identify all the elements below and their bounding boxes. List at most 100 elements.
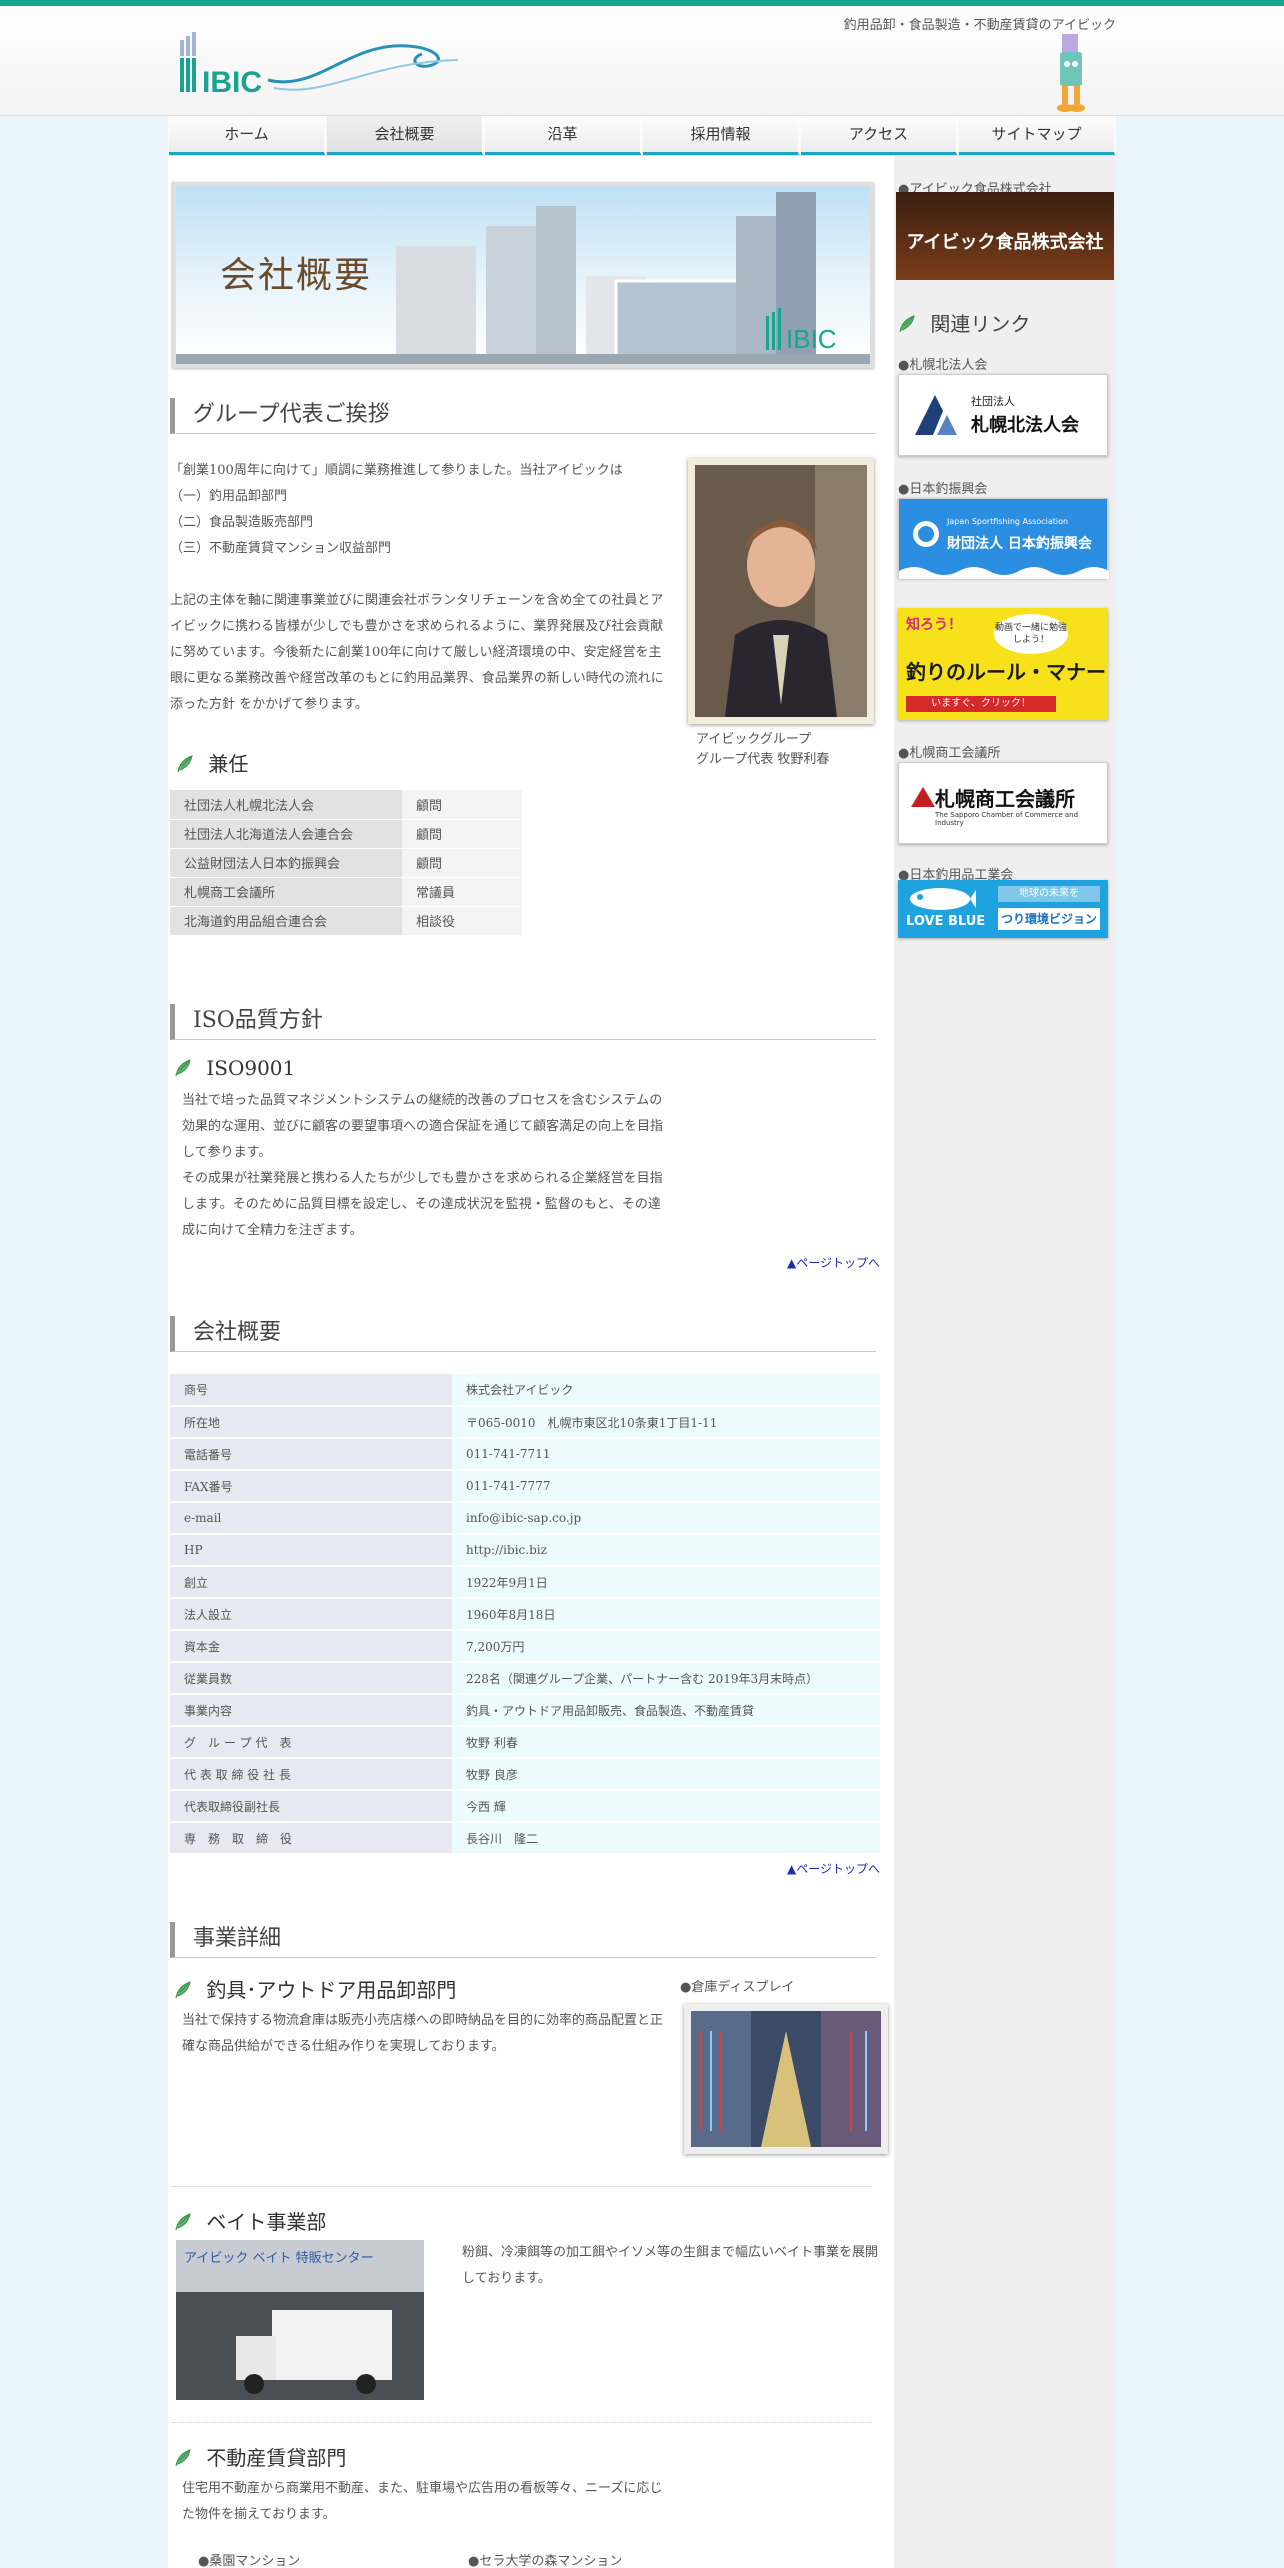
jafta-sub: つり環境ビジョン bbox=[998, 908, 1100, 930]
leaf-icon bbox=[175, 2449, 191, 2467]
eco-fish-icon bbox=[910, 888, 976, 910]
jsa-logo-icon bbox=[913, 521, 939, 547]
table-row: 法人設立 1960年8月18日 bbox=[170, 1598, 880, 1631]
link-banner-chamber[interactable]: 札幌商工会議所 The Sapporo Chamber of Commerce … bbox=[898, 762, 1108, 844]
greeting-body-line: イビックに携わる皆様が少しでも豊かさを求められるように、業界発展及び社会貢献 bbox=[170, 619, 664, 634]
greeting-body-line: 眼に更なる業務改善や経営改革のもとに釣用品業界、食品業界の新しい時代の流れに bbox=[170, 671, 664, 686]
property-item-soen[interactable]: ●桑園マンション bbox=[198, 2550, 300, 2568]
roles-role: 常議員 bbox=[402, 877, 522, 907]
profile-email[interactable]: info@ibic-sap.co.jp bbox=[452, 1502, 880, 1535]
profile-key: 法人設立 bbox=[170, 1598, 452, 1631]
chamber-main: 札幌商工会議所 bbox=[935, 787, 1075, 811]
nav-access[interactable]: アクセス bbox=[801, 116, 957, 155]
caption-name: グループ代表 牧野利春 bbox=[696, 752, 830, 767]
link-banner-sapporo-kita[interactable]: 社団法人 札幌北法人会 bbox=[898, 374, 1108, 456]
rules-main: 釣りのルール・マナー bbox=[906, 660, 1106, 684]
realestate-line: た物件を揃えております。 bbox=[182, 2507, 336, 2522]
bait-sign-text: アイビック ベイト 特販センター bbox=[184, 2251, 374, 2266]
fishing-dept-body: 当社で保持する物流倉庫は販売小売店様への即時納品を目的に効率的商品配置と正 確な… bbox=[182, 2008, 672, 2060]
nav-history[interactable]: 沿革 bbox=[485, 116, 641, 155]
wave-decoration bbox=[899, 567, 1109, 579]
table-row: 資本金 7,200万円 bbox=[170, 1630, 880, 1663]
related-links-heading: 関連リンク bbox=[898, 308, 1030, 337]
profile-table: 商号 株式会社アイビック 所在地 〒065-0010 札幌市東区北10条東1丁目1-… bbox=[170, 1374, 880, 1855]
jsa-main: 財団法人 日本釣振興会 bbox=[947, 536, 1092, 552]
fishing-line: 当社で保持する物流倉庫は販売小売店様への即時納品を目的に効率的商品配置と正 bbox=[182, 2013, 664, 2028]
table-row: 商号 株式会社アイビック bbox=[170, 1374, 880, 1407]
banner-logo-text: IBIC bbox=[786, 324, 837, 354]
link-label-sapporo-kita: ●札幌北法人会 bbox=[898, 358, 988, 373]
profile-value: 7,200万円 bbox=[452, 1630, 880, 1663]
profile-key: HP bbox=[170, 1534, 452, 1567]
fishing-dept-heading: 釣具･アウトドア用品卸部門 bbox=[174, 1974, 456, 2003]
greeting-line: （三）不動産賃貸マンション収益部門 bbox=[170, 541, 392, 556]
business-heading: 事業詳細 bbox=[170, 1922, 876, 1958]
profile-value: 釣具・アウトドア用品卸販売、食品製造、不動産賃貸 bbox=[452, 1694, 880, 1727]
roles-org: 札幌商工会議所 bbox=[170, 877, 402, 907]
profile-value: 011-741-7711 bbox=[452, 1438, 880, 1471]
profile-key: 事業内容 bbox=[170, 1694, 452, 1727]
roles-org: 公益財団法人日本釣振興会 bbox=[170, 848, 402, 878]
ibic-logo[interactable]: IBIC bbox=[178, 32, 468, 102]
profile-key: 専 務 取 締 役 bbox=[170, 1822, 452, 1855]
profile-key: 代 表 取 締 役 社 長 bbox=[170, 1758, 452, 1791]
table-row: 社団法人札幌北法人会 顧問 bbox=[170, 790, 522, 820]
profile-key: 従業員数 bbox=[170, 1662, 452, 1695]
roles-role: 顧問 bbox=[402, 790, 522, 820]
fishing-line: 確な商品供給ができる仕組み作りを実現しております。 bbox=[182, 2039, 505, 2054]
roles-org: 社団法人札幌北法人会 bbox=[170, 790, 402, 820]
nav-company-profile[interactable]: 会社概要 bbox=[327, 116, 483, 155]
realestate-line: 住宅用不動産から商業用不動産、また、駐車場や広告用の看板等々、ニーズに応じ bbox=[182, 2481, 663, 2496]
nav-recruit[interactable]: 採用情報 bbox=[643, 116, 799, 155]
page-top-link[interactable]: ▲ページトップへ bbox=[787, 1254, 880, 1271]
food-company-banner[interactable]: アイビック食品株式会社 bbox=[896, 192, 1114, 280]
iso-heading: ISO品質方針 bbox=[170, 1004, 876, 1040]
nav-home[interactable]: ホーム bbox=[169, 116, 325, 155]
warehouse-photo-frame bbox=[684, 2004, 888, 2154]
profile-value: 株式会社アイビック bbox=[452, 1374, 880, 1407]
leaf-icon bbox=[899, 315, 915, 333]
greeting-line: （一）釣用品卸部門 bbox=[170, 489, 288, 504]
table-row: 代表取締役副社長 今西 輝 bbox=[170, 1790, 880, 1823]
nav-sitemap[interactable]: サイトマップ bbox=[959, 116, 1115, 155]
iso-subheading: ISO9001 bbox=[174, 1056, 295, 1080]
table-row: 札幌商工会議所 常議員 bbox=[170, 877, 522, 907]
profile-key: FAX番号 bbox=[170, 1470, 452, 1503]
property-item-sera[interactable]: ●セラ大学の森マンション bbox=[468, 2550, 622, 2568]
site-tagline: 釣用品卸・食品製造・不動産賃貸のアイビック bbox=[843, 18, 1116, 33]
page-top-link[interactable]: ▲ページトップへ bbox=[787, 1860, 880, 1877]
iso-line: 当社で培った品質マネジメントシステムの継続的改善のプロセスを含むシステムの bbox=[182, 1093, 663, 1108]
jafta-main: LOVE BLUE bbox=[906, 914, 986, 929]
iso-line: して参ります。 bbox=[182, 1145, 272, 1160]
profile-key: 電話番号 bbox=[170, 1438, 452, 1471]
banner-buildings-image: IBIC bbox=[176, 192, 870, 364]
rules-sub: 動画で一緒に勉強しよう！ bbox=[994, 614, 1068, 654]
realestate-dept-body: 住宅用不動産から商業用不動産、また、駐車場や広告用の看板等々、ニーズに応じ た物… bbox=[182, 2476, 702, 2528]
bait-dept-title: ベイト事業部 bbox=[206, 2210, 327, 2234]
link-banner-rules-manners[interactable]: 知ろう！ 動画で一緒に勉強しよう！ 釣りのルール・マナー いますぐ、クリック！ bbox=[898, 608, 1108, 720]
iso-line: 効果的な運用、並びに顧客の要望事項への適合保証を通じて顧客満足の向上を目指 bbox=[182, 1119, 664, 1134]
bait-line: 粉餌、冷凍餌等の加工餌やイソメ等の生餌まで幅広いベイト事業を展開 bbox=[462, 2245, 879, 2260]
link-banner-jsa[interactable]: Japan Sportfishing Association 財団法人 日本釣振… bbox=[898, 498, 1109, 579]
rules-small: 知ろう！ bbox=[906, 617, 962, 633]
profile-key: 創立 bbox=[170, 1566, 452, 1599]
profile-key: 資本金 bbox=[170, 1630, 452, 1663]
caption-group: アイビックグループ bbox=[696, 732, 812, 747]
table-row: 所在地 〒065-0010 札幌市東区北10条東1丁目1-11 bbox=[170, 1406, 880, 1439]
sapporo-kita-logo-icon bbox=[915, 395, 957, 435]
table-row: e-mail info@ibic-sap.co.jp bbox=[170, 1502, 880, 1535]
greeting-line: 「創業100周年に向けて」順調に業務推進して参りました。当社アイビックは bbox=[170, 463, 623, 478]
roles-role: 顧問 bbox=[402, 819, 522, 849]
table-row: 電話番号 011-741-7711 bbox=[170, 1438, 880, 1471]
iso-line: します。そのために品質目標を設定し、その達成状況を監視・監督のもと、その達 bbox=[182, 1197, 661, 1212]
bait-line: しております。 bbox=[462, 2271, 551, 2286]
bait-dept-body: 粉餌、冷凍餌等の加工餌やイソメ等の生餌まで幅広いベイト事業を展開 しております。 bbox=[462, 2240, 882, 2292]
link-banner-jafta[interactable]: LOVE BLUE 地球の未来を つり環境ビジョン bbox=[898, 880, 1108, 938]
profile-hp-link[interactable]: http://ibic.biz bbox=[452, 1534, 880, 1567]
roles-table: 社団法人札幌北法人会 顧問 社団法人北海道法人会連合会 顧問 公益財団法人日本釣振興… bbox=[170, 790, 522, 936]
fishing-dept-title: 釣具･アウトドア用品卸部門 bbox=[206, 1978, 457, 2002]
table-row: 社団法人北海道法人会連合会 顧問 bbox=[170, 819, 522, 849]
table-row: 北海道釣用品組合連合会 相談役 bbox=[170, 906, 522, 936]
profile-key: 代表取締役副社長 bbox=[170, 1790, 452, 1823]
table-row: 公益財団法人日本釣振興会 顧問 bbox=[170, 848, 522, 878]
